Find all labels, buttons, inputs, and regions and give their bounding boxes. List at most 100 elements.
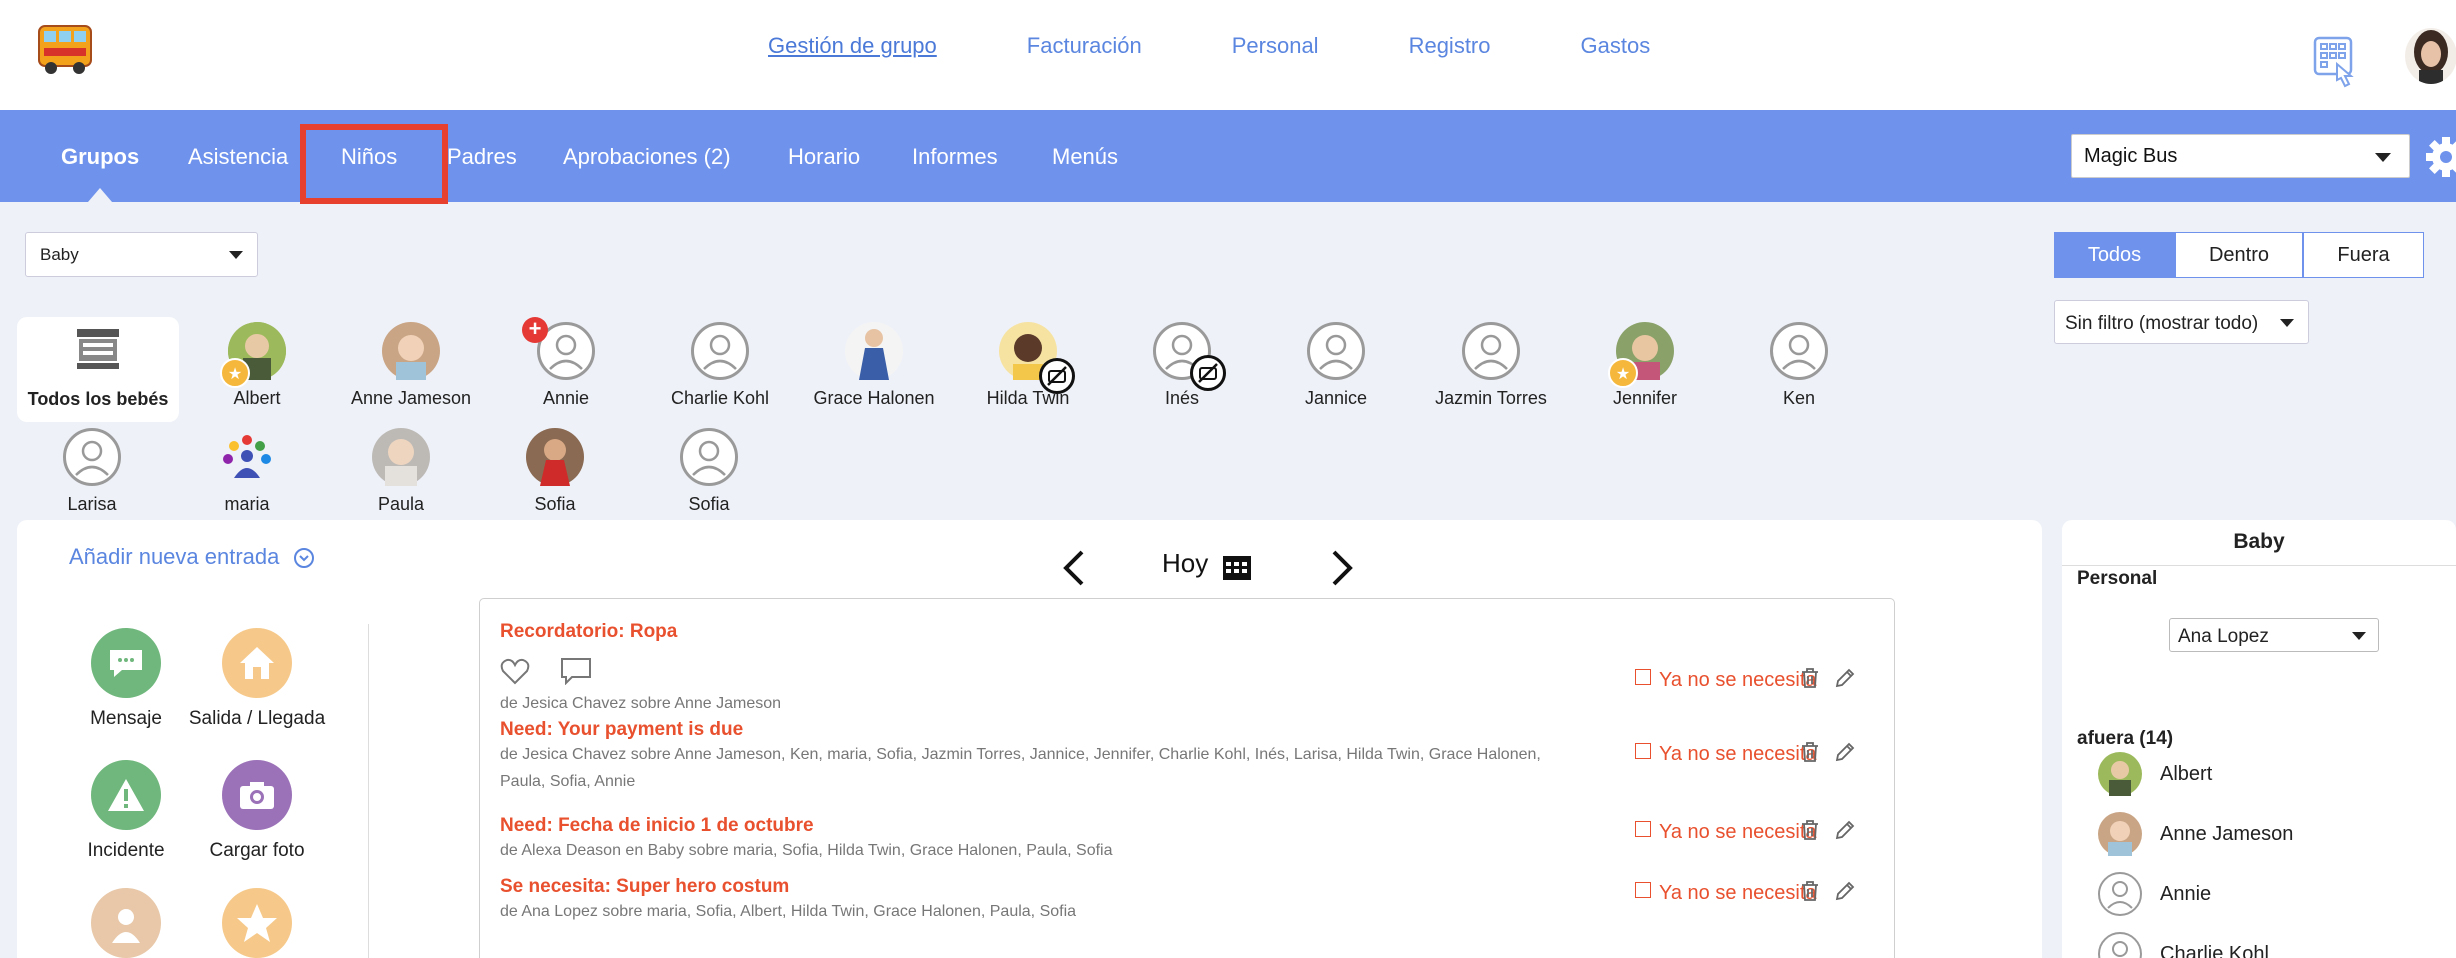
star-icon: ★ bbox=[1608, 358, 1638, 388]
child-card[interactable]: Hilda Twin bbox=[953, 322, 1103, 409]
child-photo-placeholder bbox=[1770, 322, 1828, 380]
group-select[interactable]: Baby bbox=[25, 232, 258, 277]
school-select[interactable]: Magic Bus bbox=[2071, 134, 2410, 178]
child-card[interactable]: + Annie bbox=[491, 317, 641, 409]
comment-icon[interactable] bbox=[560, 657, 592, 690]
note-item: Need: Fecha de inicio 1 de octubre de Al… bbox=[500, 815, 1880, 864]
child-name: Charlie Kohl bbox=[2160, 942, 2269, 958]
keypad-touch-icon[interactable] bbox=[2313, 34, 2361, 90]
segment-fuera[interactable]: Fuera bbox=[2303, 232, 2424, 278]
heart-icon[interactable] bbox=[500, 657, 530, 690]
toplink-registro[interactable]: Registro bbox=[1409, 33, 1491, 59]
trash-icon[interactable] bbox=[1800, 741, 1820, 768]
child-card[interactable]: Grace Halonen bbox=[799, 322, 949, 409]
gear-icon[interactable] bbox=[2422, 132, 2456, 182]
personal-label: Personal bbox=[2077, 568, 2158, 589]
child-card[interactable]: Sofia bbox=[480, 428, 630, 515]
divider bbox=[368, 624, 369, 958]
child-photo bbox=[372, 428, 430, 486]
child-photo bbox=[382, 322, 440, 380]
active-tab-caret bbox=[88, 188, 112, 202]
child-card[interactable]: Paula bbox=[326, 428, 476, 515]
star-icon: ★ bbox=[220, 358, 250, 388]
all-babies-label: Todos los bebés bbox=[27, 389, 169, 409]
chevron-right-icon[interactable] bbox=[1330, 548, 1356, 593]
action-highlight[interactable] bbox=[177, 888, 337, 958]
child-name: Albert bbox=[233, 388, 281, 408]
plus-icon: + bbox=[522, 317, 548, 343]
child-card[interactable]: Jazmin Torres bbox=[1416, 322, 1566, 409]
nav-tab-menus[interactable]: Menús bbox=[1052, 144, 1118, 170]
note-item: Se necesita: Super hero costum de Ana Lo… bbox=[500, 876, 1880, 925]
trash-icon[interactable] bbox=[1800, 667, 1820, 694]
toplink-facturacion[interactable]: Facturación bbox=[1027, 33, 1142, 59]
chevron-down-icon bbox=[2375, 153, 2391, 162]
user-avatar[interactable] bbox=[2405, 28, 2456, 84]
child-photo-placeholder bbox=[691, 322, 749, 380]
child-card[interactable]: maria bbox=[172, 428, 322, 515]
not-needed-checkbox[interactable]: Ya no se necesita bbox=[1635, 821, 1817, 844]
presence-segmented-control: Todos Dentro Fuera bbox=[2054, 232, 2424, 278]
segment-dentro[interactable]: Dentro bbox=[2175, 232, 2303, 278]
child-card[interactable]: Inés bbox=[1107, 322, 1257, 409]
not-needed-checkbox[interactable]: Ya no se necesita bbox=[1635, 743, 1817, 766]
camera-icon bbox=[222, 760, 292, 830]
nav-tab-aprobaciones[interactable]: Aprobaciones (2) bbox=[563, 144, 731, 170]
child-card[interactable]: Ken bbox=[1724, 322, 1874, 409]
toplink-gestion-de-grupo[interactable]: Gestión de grupo bbox=[768, 33, 937, 59]
notes-list: Recordatorio: Ropa de Jesica Chavez sobr… bbox=[479, 598, 1895, 958]
child-card[interactable]: Charlie Kohl bbox=[645, 322, 795, 409]
child-card[interactable]: Sofia bbox=[634, 428, 784, 515]
doctor-icon bbox=[91, 888, 161, 958]
list-item[interactable]: Charlie Kohl bbox=[2098, 932, 2269, 958]
top-nav-links: Gestión de grupo Facturación Personal Re… bbox=[768, 33, 1740, 59]
segment-todos[interactable]: Todos bbox=[2054, 232, 2175, 278]
all-babies-tile[interactable]: Todos los bebés bbox=[17, 317, 179, 422]
list-item[interactable]: Albert bbox=[2098, 752, 2212, 796]
add-entry-button[interactable]: Añadir nueva entrada bbox=[69, 544, 314, 570]
child-card[interactable]: Jannice bbox=[1261, 322, 1411, 409]
toplink-personal[interactable]: Personal bbox=[1232, 33, 1319, 59]
not-needed-label: Ya no se necesita bbox=[1659, 882, 1817, 904]
pencil-icon[interactable] bbox=[1834, 667, 1856, 694]
child-photo: ★ bbox=[220, 322, 286, 388]
child-name: Larisa bbox=[67, 494, 117, 514]
child-card[interactable]: ★ Jennifer bbox=[1570, 322, 1720, 409]
not-needed-label: Ya no se necesita bbox=[1659, 821, 1817, 843]
pencil-icon[interactable] bbox=[1834, 819, 1856, 846]
note-author: de Ana Lopez sobre maria, Sofia, Albert,… bbox=[500, 903, 1077, 920]
trash-icon[interactable] bbox=[1800, 880, 1820, 907]
warning-icon bbox=[91, 760, 161, 830]
child-name: Jennifer bbox=[1612, 388, 1678, 408]
chevron-down-icon bbox=[2352, 632, 2366, 640]
calendar-icon[interactable] bbox=[1222, 553, 1252, 586]
nav-tab-horario[interactable]: Horario bbox=[788, 144, 860, 170]
nav-tab-padres[interactable]: Padres bbox=[447, 144, 517, 170]
nav-tab-grupos[interactable]: Grupos bbox=[61, 144, 139, 170]
toplink-gastos[interactable]: Gastos bbox=[1581, 33, 1651, 59]
pencil-icon[interactable] bbox=[1834, 741, 1856, 768]
divider bbox=[2062, 565, 2456, 566]
add-entry-label: Añadir nueva entrada bbox=[69, 544, 280, 569]
child-name: Charlie Kohl bbox=[670, 388, 770, 408]
date-navigator: Hoy bbox=[1040, 538, 1360, 588]
magic-bus-logo[interactable] bbox=[36, 22, 94, 76]
trash-icon[interactable] bbox=[1800, 819, 1820, 846]
child-name: Anne Jameson bbox=[350, 388, 472, 408]
list-item[interactable]: Anne Jameson bbox=[2098, 812, 2293, 856]
child-card[interactable]: ★ Albert bbox=[182, 322, 332, 409]
action-salida-llegada[interactable]: Salida / Llegada bbox=[177, 628, 337, 730]
not-needed-checkbox[interactable]: Ya no se necesita bbox=[1635, 669, 1817, 692]
child-card[interactable]: Larisa bbox=[17, 428, 167, 515]
staff-select[interactable]: Ana Lopez bbox=[2169, 618, 2379, 652]
nav-tab-asistencia[interactable]: Asistencia bbox=[188, 144, 288, 170]
filter-select[interactable]: Sin filtro (mostrar todo) bbox=[2054, 300, 2309, 344]
nav-tab-informes[interactable]: Informes bbox=[912, 144, 998, 170]
list-item[interactable]: Annie bbox=[2098, 872, 2211, 916]
child-photo bbox=[526, 428, 584, 486]
not-needed-checkbox[interactable]: Ya no se necesita bbox=[1635, 882, 1817, 905]
pencil-icon[interactable] bbox=[1834, 880, 1856, 907]
child-card[interactable]: Anne Jameson bbox=[336, 322, 486, 409]
action-cargar-foto[interactable]: Cargar foto bbox=[177, 760, 337, 862]
chevron-left-icon[interactable] bbox=[1060, 548, 1086, 593]
